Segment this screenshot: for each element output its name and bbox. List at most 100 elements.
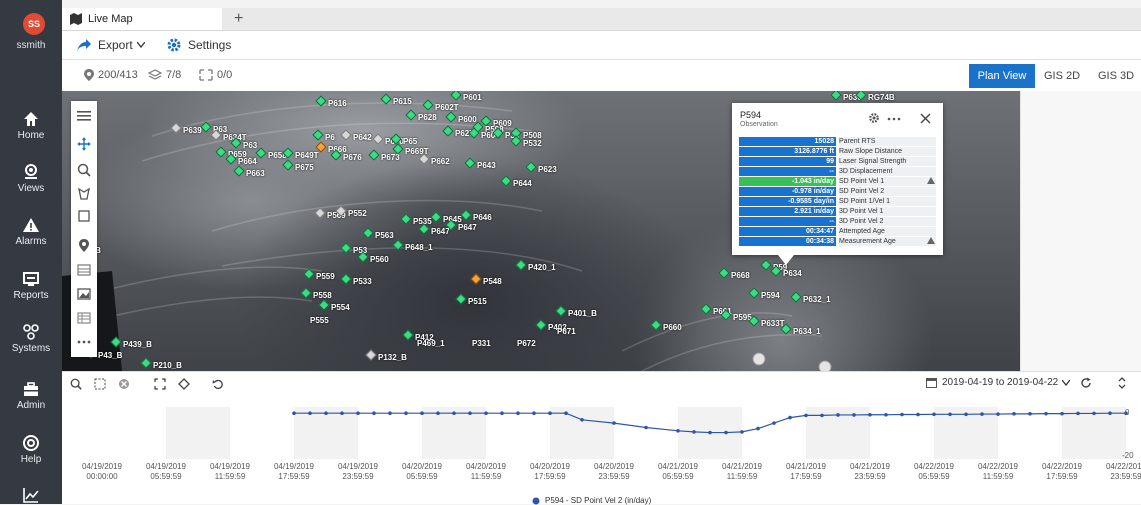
pan-icon[interactable]: [75, 135, 93, 153]
map-point[interactable]: P401_B: [555, 305, 597, 318]
nav-views[interactable]: Views: [0, 163, 62, 215]
map-point[interactable]: P600: [445, 111, 477, 124]
data-point[interactable]: [1044, 411, 1048, 416]
graph-fit-icon[interactable]: [154, 378, 166, 390]
nav-systems[interactable]: Systems: [0, 323, 62, 375]
data-point[interactable]: [644, 425, 648, 430]
nav-home[interactable]: Home: [0, 110, 62, 162]
map-point[interactable]: P644: [500, 175, 532, 188]
map-point[interactable]: P623: [525, 161, 557, 174]
data-point[interactable]: [788, 415, 792, 420]
data-point[interactable]: [1108, 411, 1112, 415]
map-point[interactable]: P634: [770, 265, 802, 278]
map-point[interactable]: P639: [170, 122, 202, 135]
settings-button[interactable]: Settings: [166, 36, 231, 54]
data-point[interactable]: [708, 430, 712, 435]
nav-alarms[interactable]: Alarms: [0, 216, 62, 268]
graph-zoom-icon[interactable]: [70, 378, 82, 390]
location-icon[interactable]: [75, 237, 93, 255]
data-point[interactable]: [516, 411, 520, 415]
gis-3d-button[interactable]: GIS 3D: [1092, 64, 1140, 88]
graph-clear-icon[interactable]: [118, 378, 130, 390]
data-point[interactable]: [900, 412, 904, 417]
data-point[interactable]: [772, 421, 776, 425]
lasso-icon[interactable]: [75, 185, 93, 203]
data-point[interactable]: [980, 412, 984, 416]
data-point[interactable]: [612, 421, 616, 425]
image-icon[interactable]: [75, 285, 93, 303]
data-point[interactable]: [1060, 411, 1064, 416]
data-point[interactable]: [580, 418, 584, 422]
map-point[interactable]: P6: [312, 129, 335, 142]
data-point[interactable]: [740, 430, 744, 434]
map-point[interactable]: P210_B: [140, 357, 182, 370]
data-point[interactable]: [292, 411, 296, 415]
zoom-icon[interactable]: [75, 161, 93, 179]
refresh-icon[interactable]: [1080, 377, 1092, 389]
data-point[interactable]: [484, 411, 488, 415]
map-point[interactable]: P533: [340, 273, 372, 286]
date-range-picker[interactable]: 2019-04-19 to 2019-04-22: [926, 377, 1071, 388]
data-point[interactable]: [724, 430, 728, 435]
table-icon[interactable]: [75, 309, 93, 327]
data-point[interactable]: [388, 411, 392, 415]
graph-box-select-icon[interactable]: [94, 378, 106, 390]
map-point[interactable]: RG74B: [855, 91, 895, 102]
data-point[interactable]: [372, 411, 376, 415]
map-point[interactable]: P634_1: [780, 323, 821, 336]
map-point[interactable]: P628: [405, 109, 437, 122]
map-point[interactable]: P642: [340, 129, 372, 142]
map-point[interactable]: P647: [445, 219, 477, 232]
more-icon[interactable]: [75, 333, 93, 351]
data-point[interactable]: [404, 411, 408, 415]
box-select-icon[interactable]: [75, 207, 93, 225]
graph-undo-icon[interactable]: [212, 378, 224, 390]
map-point[interactable]: P558: [300, 287, 332, 300]
map-point[interactable]: P675: [282, 159, 314, 172]
data-point[interactable]: [948, 412, 952, 417]
map-point[interactable]: P555: [310, 316, 329, 325]
data-point[interactable]: [820, 413, 824, 418]
map-point[interactable]: P649T: [282, 147, 319, 160]
gis-2d-button[interactable]: GIS 2D: [1037, 64, 1087, 88]
nav-help[interactable]: Help: [0, 434, 62, 486]
data-point[interactable]: [868, 412, 872, 417]
nav-reports[interactable]: Reports: [0, 270, 62, 322]
avatar[interactable]: SS: [23, 13, 45, 35]
data-point[interactable]: [564, 411, 568, 415]
data-point[interactable]: [532, 411, 536, 415]
map-point[interactable]: P643: [464, 157, 496, 170]
map-point[interactable]: P559: [303, 268, 335, 281]
map-point[interactable]: P632_1: [790, 291, 831, 304]
map-point[interactable]: P532: [510, 135, 542, 148]
popup-settings-icon[interactable]: [868, 112, 880, 124]
nav-trends[interactable]: [0, 486, 62, 504]
map-point[interactable]: P671: [557, 327, 576, 336]
data-point[interactable]: [1028, 412, 1032, 416]
map-point[interactable]: P548: [470, 273, 502, 286]
map-point[interactable]: P658: [255, 147, 287, 160]
data-point[interactable]: [804, 413, 808, 418]
map-point[interactable]: P676: [330, 149, 362, 162]
map-point[interactable]: P672: [517, 339, 536, 348]
data-point[interactable]: [1092, 411, 1096, 416]
menu-icon[interactable]: [75, 107, 93, 125]
data-point[interactable]: [884, 412, 888, 417]
data-point[interactable]: [692, 430, 696, 434]
map-point[interactable]: P563: [362, 227, 394, 240]
data-point[interactable]: [1012, 412, 1016, 416]
popup-more-icon[interactable]: [887, 117, 901, 121]
data-point[interactable]: [1076, 411, 1080, 416]
map-point[interactable]: P663: [233, 165, 265, 178]
data-point[interactable]: [756, 426, 760, 431]
data-point[interactable]: [340, 411, 344, 415]
export-button[interactable]: Export: [76, 36, 145, 54]
data-point[interactable]: [308, 411, 312, 415]
data-point[interactable]: [964, 412, 968, 417]
map-point[interactable]: P439_B: [110, 336, 152, 349]
data-point[interactable]: [916, 412, 920, 417]
data-point[interactable]: [452, 411, 456, 415]
map-point[interactable]: P552: [335, 205, 367, 218]
layers-panel-icon[interactable]: [75, 261, 93, 279]
map-point[interactable]: P469_1: [417, 339, 445, 348]
